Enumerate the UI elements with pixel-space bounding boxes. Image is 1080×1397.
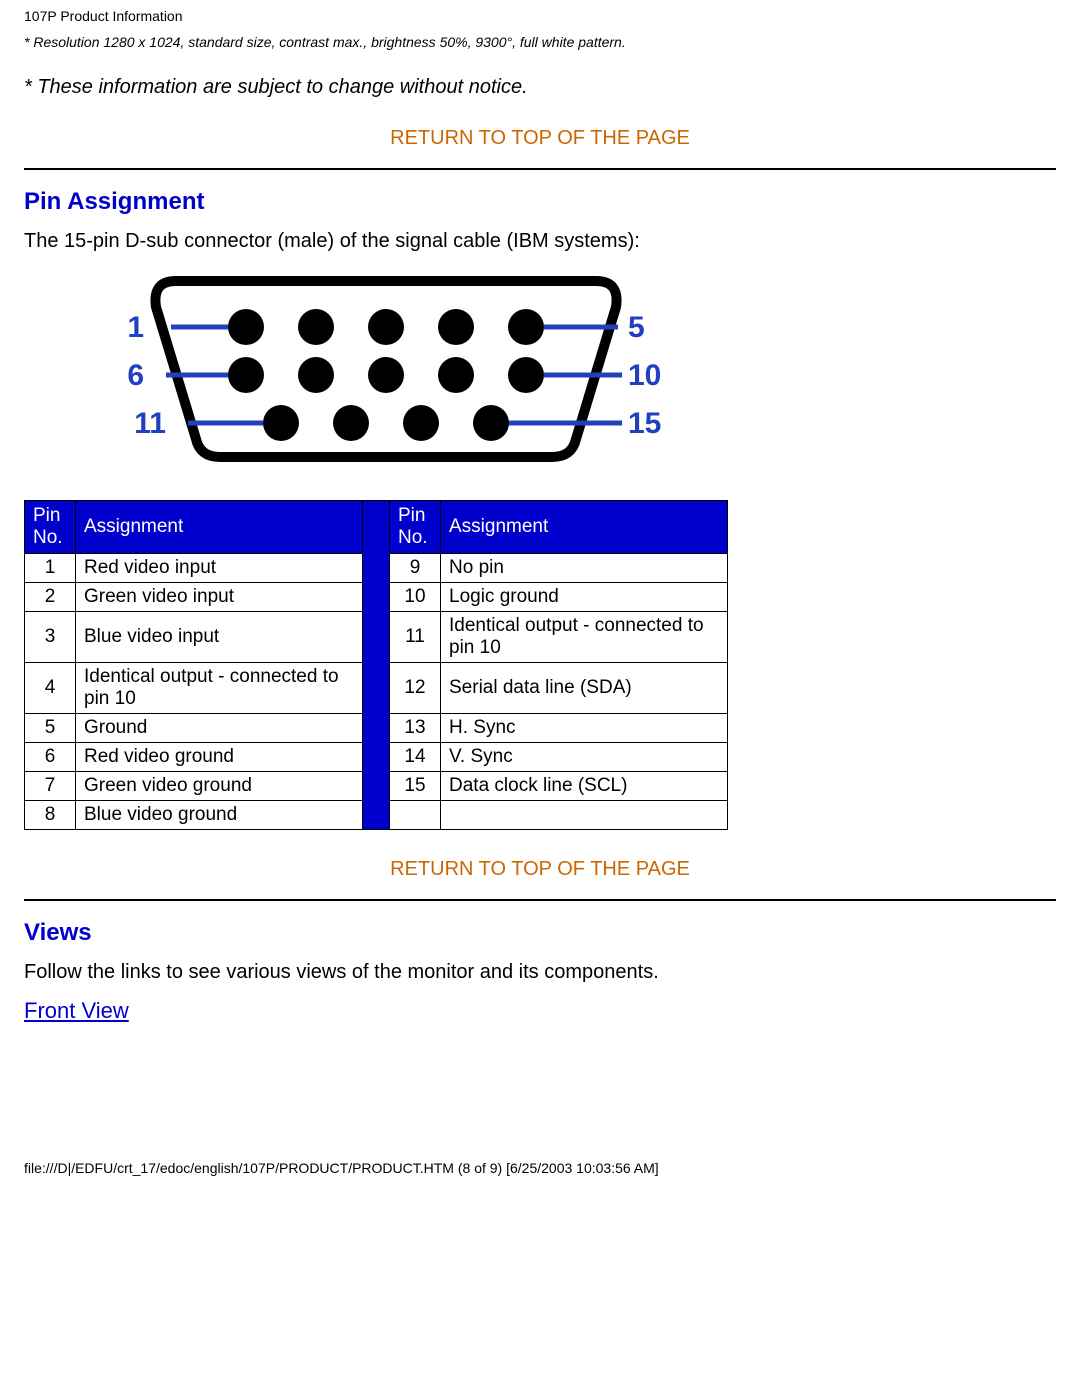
pin-label-15: 15 (628, 407, 661, 440)
page-footer: file:///D|/EDFU/crt_17/edoc/english/107P… (0, 1134, 1080, 1188)
col-header-pin-no: Pin No. (25, 501, 76, 554)
pin-assignment-table: Pin No. Assignment Pin No. Assignment 1 … (24, 500, 728, 830)
views-heading: Views (24, 919, 1056, 947)
table-row: 7 Green video ground 15 Data clock line … (25, 772, 728, 801)
page-header: 107P Product Information (0, 0, 1080, 28)
dsub-connector-diagram: 1 6 11 5 10 15 (66, 267, 1056, 472)
change-notice: * These information are subject to chang… (24, 76, 1056, 99)
pin-label-10: 10 (628, 359, 661, 392)
table-row: 8 Blue video ground (25, 801, 728, 830)
divider (24, 168, 1056, 170)
table-row: 6 Red video ground 14 V. Sync (25, 743, 728, 772)
pin-intro-text: The 15-pin D-sub connector (male) of the… (24, 230, 1056, 253)
pin-label-6: 6 (127, 359, 144, 392)
col-header-pin-no: Pin No. (390, 501, 441, 554)
front-view-link[interactable]: Front View (24, 998, 129, 1023)
views-intro-text: Follow the links to see various views of… (24, 961, 1056, 984)
return-top-link[interactable]: RETURN TO TOP OF THE PAGE (390, 127, 690, 149)
table-row: 2 Green video input 10 Logic ground (25, 583, 728, 612)
table-row: 1 Red video input 9 No pin (25, 554, 728, 583)
col-header-assignment: Assignment (441, 501, 728, 554)
table-separator (363, 501, 390, 554)
table-row: 3 Blue video input 11 Identical output -… (25, 612, 728, 663)
table-row: 5 Ground 13 H. Sync (25, 714, 728, 743)
pin-assignment-heading: Pin Assignment (24, 188, 1056, 216)
pin-label-5: 5 (628, 311, 645, 344)
pin-label-1: 1 (127, 311, 144, 344)
resolution-note: * Resolution 1280 x 1024, standard size,… (0, 28, 1080, 54)
pin-label-11: 11 (134, 407, 166, 440)
col-header-assignment: Assignment (76, 501, 363, 554)
table-row: 4 Identical output - connected to pin 10… (25, 663, 728, 714)
divider (24, 899, 1056, 901)
return-top-link[interactable]: RETURN TO TOP OF THE PAGE (390, 858, 690, 880)
